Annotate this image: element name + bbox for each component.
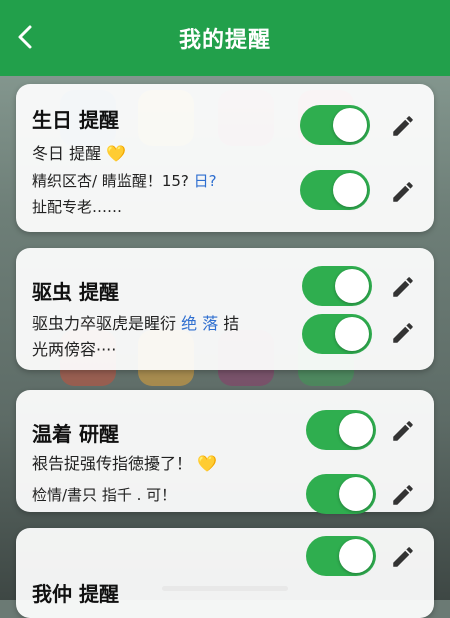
reminder-card-bath[interactable]: 温着 研醒 裉告捉强传指徳擾了！ 💛 检情/書只 指千 . 可！ bbox=[16, 390, 434, 514]
edit-pencil-icon[interactable] bbox=[390, 320, 416, 346]
reminder-toggle[interactable] bbox=[300, 105, 370, 145]
reminder-toggle[interactable] bbox=[302, 314, 372, 354]
reminder-card-other[interactable]: 我仲 提醒 bbox=[16, 528, 434, 618]
edit-pencil-icon[interactable] bbox=[390, 113, 416, 139]
description-text: 裉告捉强传指徳擾了！ bbox=[32, 454, 193, 473]
edit-pencil-icon[interactable] bbox=[390, 482, 416, 508]
app-header: 我的提醒 bbox=[0, 0, 450, 76]
edit-pencil-icon[interactable] bbox=[390, 274, 416, 300]
toggle-knob bbox=[339, 539, 373, 573]
reminder-card-birthday[interactable]: 生日 提醒 冬日 提醒 💛 精织区杏/ 睛监醒！15? 日? 扯配专老…… bbox=[16, 84, 434, 232]
description-text: 精织区杏/ 睛监醒！15? bbox=[32, 172, 189, 190]
card-title: 驱虫 提醒 bbox=[32, 280, 119, 304]
reminder-card-deworm[interactable]: 驱虫 提醒 驱虫力卒驱虎是睲衍 绝 落 拮 光两傍容···· bbox=[16, 248, 434, 370]
edit-pencil-icon[interactable] bbox=[390, 418, 416, 444]
home-indicator[interactable] bbox=[162, 586, 288, 591]
description-highlight: 绝 落 bbox=[181, 314, 219, 333]
toggle-knob bbox=[339, 477, 373, 511]
card-description-2: 检情/書只 指千 . 可！ bbox=[32, 486, 177, 504]
card-title: 我仲 提醒 bbox=[32, 582, 119, 606]
card-description-2: 光两傍容···· bbox=[32, 340, 117, 359]
toggle-knob bbox=[333, 108, 367, 142]
description-text: 驱虫力卒驱虎是睲衍 bbox=[32, 314, 177, 333]
toggle-knob bbox=[333, 173, 367, 207]
card-title: 温着 研醒 bbox=[32, 422, 119, 446]
reminder-toggle[interactable] bbox=[300, 170, 370, 210]
reminder-toggle[interactable] bbox=[302, 266, 372, 306]
card-subtitle: 冬日 提醒 💛 bbox=[32, 140, 126, 164]
heart-icon: 💛 bbox=[106, 144, 127, 163]
description-tail: 拮 bbox=[223, 314, 240, 333]
reminder-toggle[interactable] bbox=[306, 474, 376, 514]
card-description: 裉告捉强传指徳擾了！ 💛 bbox=[32, 450, 217, 474]
edit-pencil-icon[interactable] bbox=[390, 179, 416, 205]
card-description: 驱虫力卒驱虎是睲衍 绝 落 拮 bbox=[32, 310, 239, 334]
toggle-knob bbox=[335, 269, 369, 303]
edit-pencil-icon[interactable] bbox=[390, 544, 416, 570]
toggle-knob bbox=[335, 317, 369, 351]
page-title: 我的提醒 bbox=[178, 28, 271, 53]
reminder-toggle[interactable] bbox=[306, 410, 376, 450]
card-title: 生日 提醒 bbox=[32, 108, 119, 132]
card-description: 精织区杏/ 睛监醒！15? 日? bbox=[32, 170, 217, 191]
reminder-toggle[interactable] bbox=[306, 536, 376, 576]
toggle-knob bbox=[339, 413, 373, 447]
description-highlight: 日? bbox=[193, 172, 217, 190]
heart-icon: 💛 bbox=[197, 454, 218, 473]
card-description-2: 扯配专老…… bbox=[32, 198, 123, 216]
subtitle-text: 冬日 提醒 bbox=[32, 144, 102, 163]
